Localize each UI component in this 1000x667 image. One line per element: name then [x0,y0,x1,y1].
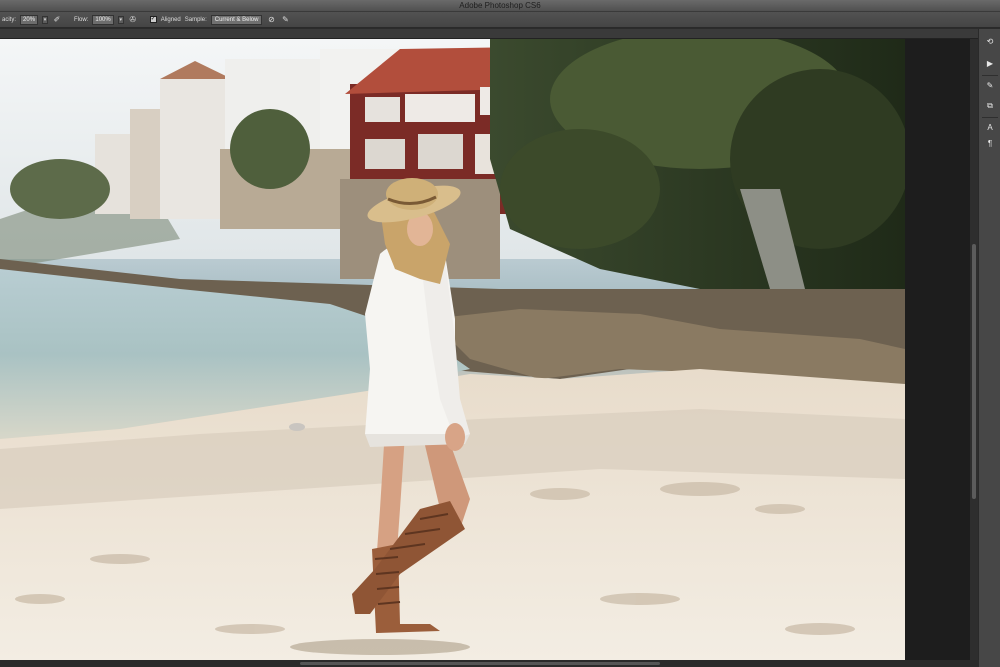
dock-separator [982,75,998,76]
dock-separator [982,117,998,118]
pressure-size-icon[interactable]: ✎ [280,15,290,25]
horizontal-scrollbar-thumb[interactable] [300,662,660,665]
window-title: Adobe Photoshop CS6 [459,1,541,10]
panel-dock: ⟲ ▶ ✎ ⧉ A ¶ [978,29,1000,667]
tool-options-bar: acity: 20% ▾ ✐ Flow: 100% ▾ ✇ ✓ Aligned … [0,12,1000,28]
airbrush-icon[interactable]: ✇ [128,15,138,25]
vertical-scrollbar-thumb[interactable] [972,244,976,499]
aligned-label: Aligned [160,16,181,23]
document-tab-strip [0,29,978,39]
aligned-checkbox[interactable]: ✓ [149,16,157,23]
flow-field[interactable]: 100% [92,14,114,25]
sample-select[interactable]: Current & Below [210,14,263,25]
clone-source-icon[interactable]: ⧉ [983,99,997,113]
actions-play-icon[interactable]: ▶ [983,57,997,71]
photo-illustration [0,39,905,660]
flow-dropdown-arrow[interactable]: ▾ [117,15,124,24]
flow-label: Flow: [74,16,89,23]
history-icon[interactable]: ⟲ [983,35,997,49]
opacity-dropdown-arrow[interactable]: ▾ [42,15,49,24]
brush-preset-icon[interactable]: ✎ [983,79,997,93]
opacity-field[interactable]: 20% [20,14,39,25]
title-bar: Adobe Photoshop CS6 [0,0,1000,12]
pressure-opacity-icon[interactable]: ✐ [52,15,62,25]
opacity-label: acity: [2,16,17,23]
horizontal-scrollbar[interactable] [0,660,978,667]
ignore-adjustment-icon[interactable]: ⊘ [266,15,276,25]
document-photo[interactable] [0,39,905,660]
vertical-scrollbar[interactable] [970,39,978,660]
character-icon[interactable]: A [983,121,997,135]
canvas-area[interactable] [0,39,970,660]
paragraph-icon[interactable]: ¶ [983,137,997,151]
sample-label: Sample: [184,16,207,23]
